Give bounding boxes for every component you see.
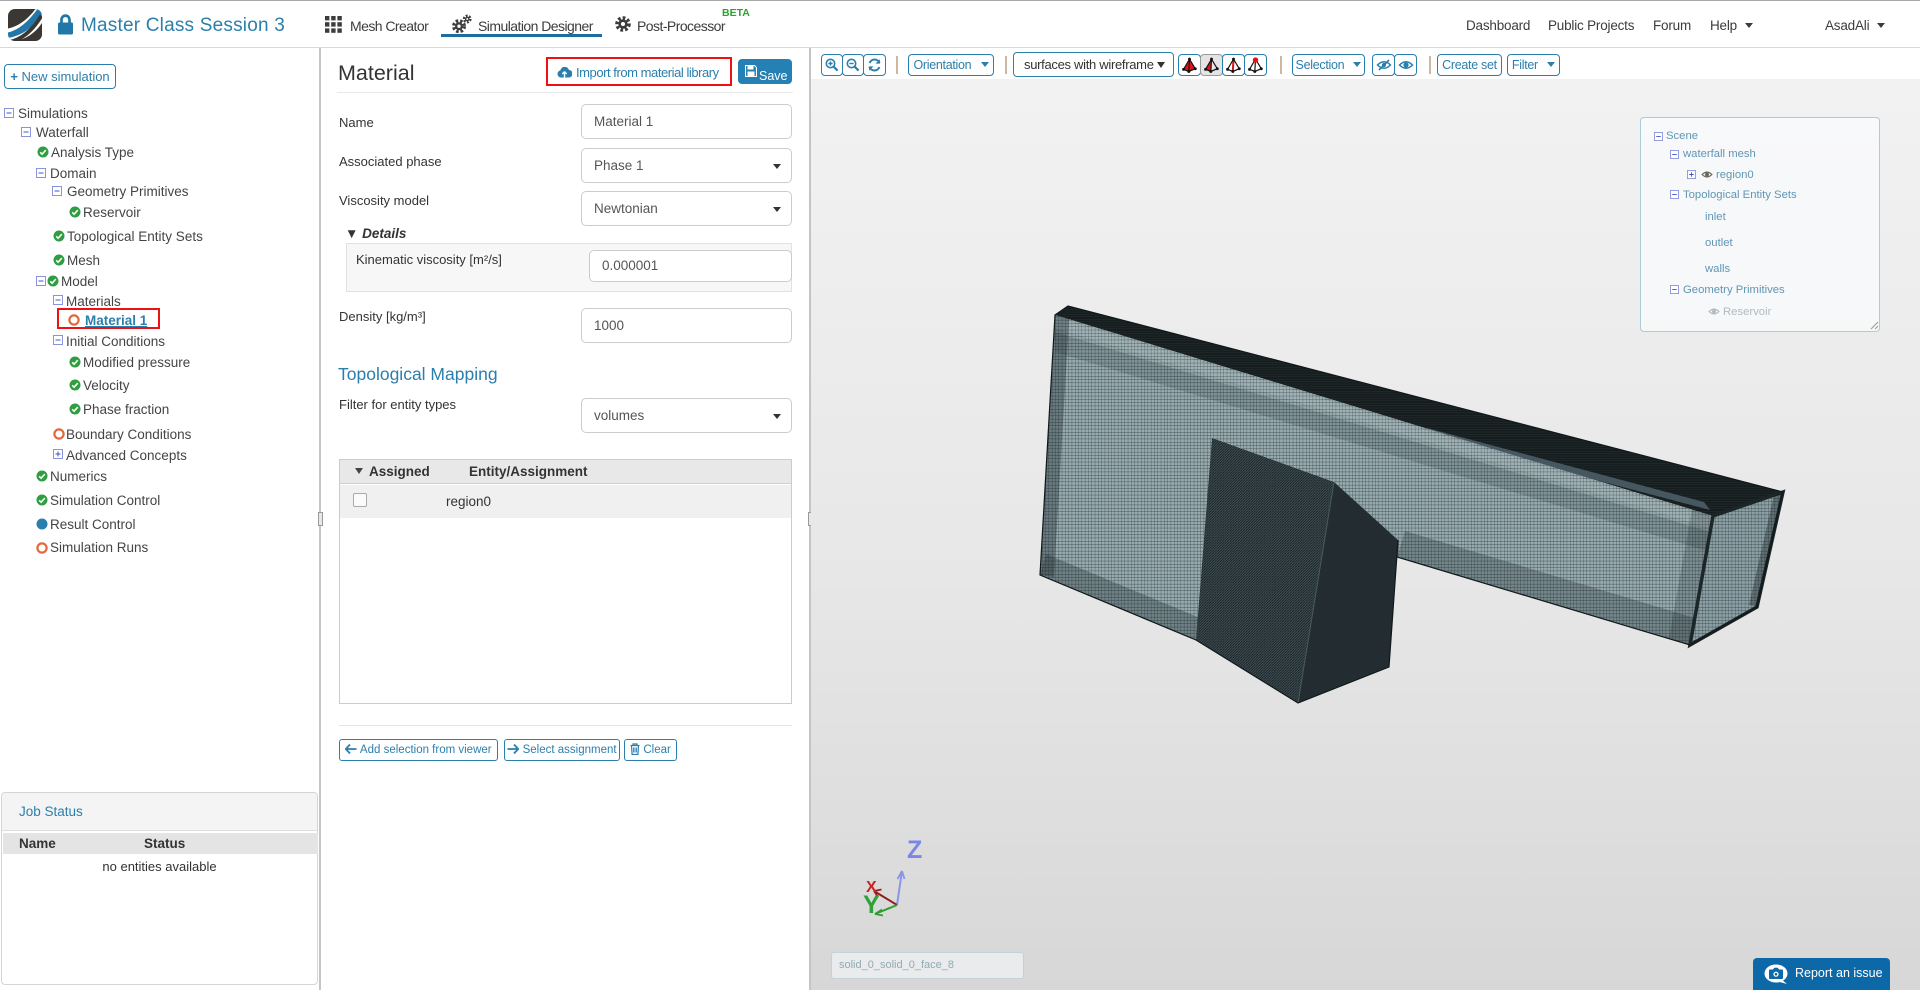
svg-text:Y: Y	[863, 891, 880, 919]
svg-text:Z: Z	[907, 836, 922, 864]
